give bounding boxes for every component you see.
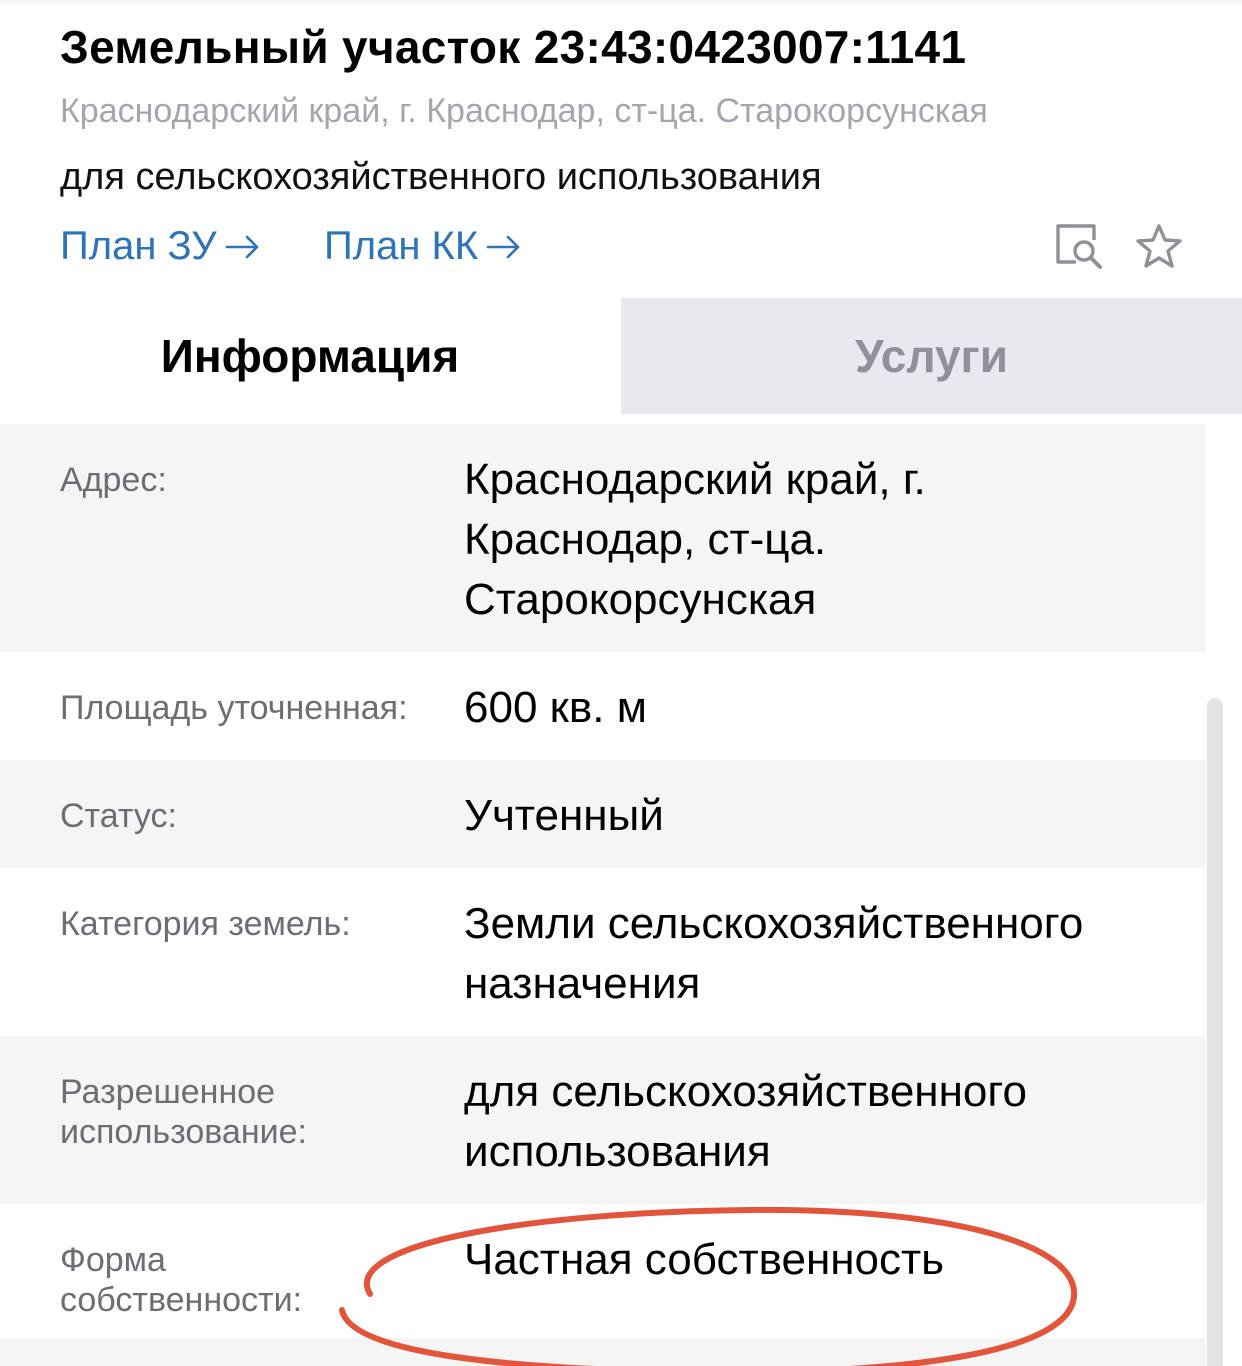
plan-zu-label: План ЗУ — [60, 224, 217, 268]
info-label: Разрешенное использование: — [60, 1073, 307, 1151]
arrow-right-icon — [486, 235, 520, 258]
tab-information[interactable]: Информация — [0, 298, 620, 414]
star-icon[interactable] — [1134, 222, 1184, 272]
plan-zu-link[interactable]: План ЗУ — [60, 224, 261, 269]
top-shadow — [0, 0, 1242, 6]
info-label: Адрес: — [60, 461, 167, 499]
info-label: Площадь уточненная: — [60, 689, 408, 727]
info-value: Учтенный — [464, 791, 664, 840]
tab-services[interactable]: Услуги — [621, 298, 1242, 414]
info-row-ownership: Форма собственности: Частная собственнос… — [0, 1204, 1206, 1338]
document-search-icon[interactable] — [1054, 222, 1106, 272]
header-address: Краснодарский край, г. Краснодар, ст-ца.… — [60, 92, 988, 130]
info-row-area: Площадь уточненная: 600 кв. м — [0, 652, 1206, 760]
tab-bar: Информация Услуги — [0, 298, 1242, 416]
info-row-category: Категория земель: Земли сельскохозяйстве… — [0, 868, 1206, 1036]
info-label: Форма собственности: — [60, 1241, 303, 1319]
info-value: Частная собственность — [464, 1235, 945, 1284]
info-row-address: Адрес: Краснодарский край, г. Краснодар,… — [0, 424, 1206, 652]
info-label: Статус: — [60, 797, 177, 835]
info-row-status: Статус: Учтенный — [0, 760, 1206, 868]
info-label: Категория земель: — [60, 905, 351, 943]
arrow-right-icon — [225, 235, 258, 258]
plan-kk-link[interactable]: План КК — [324, 224, 522, 269]
header-purpose: для сельскохозяйственного использования — [60, 156, 822, 198]
info-row-permitted-use: Разрешенное использование: для сельскохо… — [0, 1036, 1206, 1204]
page-title: Земельный участок 23:43:0423007:1141 — [60, 21, 967, 73]
scrollbar[interactable] — [1207, 698, 1223, 1366]
plan-kk-label: План КК — [324, 224, 479, 268]
info-value: 600 кв. м — [464, 683, 647, 732]
info-row-next — [0, 1338, 1206, 1366]
info-value: для сельскохозяйственного использования — [464, 1067, 1027, 1176]
info-value: Краснодарский край, г. Краснодар, ст-ца.… — [464, 455, 926, 624]
info-value: Земли сельскохозяйственного назначения — [464, 899, 1084, 1008]
